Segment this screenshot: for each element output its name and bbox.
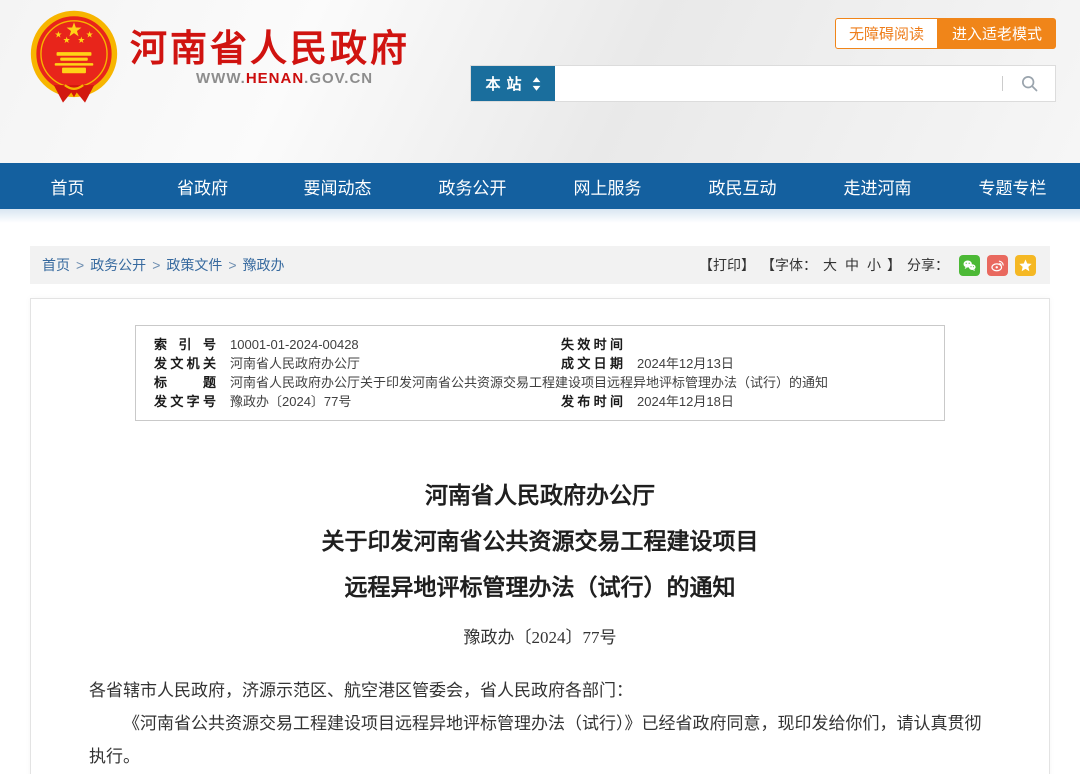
breadcrumb-separator: > — [152, 257, 160, 273]
meta-title-value: 河南省人民政府办公厅关于印发河南省公共资源交易工程建设项目远程异地评标管理办法（… — [230, 373, 828, 392]
meta-agency-value: 河南省人民政府办公厅 — [230, 354, 360, 373]
nav-item-provincial-gov[interactable]: 省政府 — [135, 163, 270, 209]
nav-item-special-topics[interactable]: 专题专栏 — [945, 163, 1080, 209]
header-mode-buttons: 无障碍阅读 进入适老模式 — [835, 18, 1056, 49]
share-wechat-button[interactable] — [959, 255, 980, 276]
breadcrumb-separator: > — [76, 257, 84, 273]
accessibility-button[interactable]: 无障碍阅读 — [835, 18, 938, 49]
document-title-line2: 关于印发河南省公共资源交易工程建设项目 — [31, 519, 1049, 565]
search-scope-select[interactable]: 本站 — [471, 66, 555, 101]
meta-docno-value: 豫政办〔2024〕77号 — [230, 392, 351, 411]
share-weibo-button[interactable] — [987, 255, 1008, 276]
breadcrumb-home[interactable]: 首页 — [42, 255, 70, 275]
meta-written-date-value: 2024年12月13日 — [637, 354, 734, 373]
nav-item-about-henan[interactable]: 走进河南 — [810, 163, 945, 209]
site-url-suffix: .GOV.CN — [304, 70, 373, 87]
font-size-medium[interactable]: 中 — [845, 255, 859, 275]
wechat-icon — [962, 258, 977, 273]
site-header: 河南省人民政府 WWW.HENAN.GOV.CN 无障碍阅读 进入适老模式 本站 — [0, 0, 1080, 163]
main-nav: 首页 省政府 要闻动态 政务公开 网上服务 政民互动 走进河南 专题专栏 — [0, 163, 1080, 209]
breadcrumb-bar: 首页 > 政务公开 > 政策文件 > 豫政办 【打印】 【字体： 大 中 小 】… — [30, 246, 1050, 284]
page: 河南省人民政府 WWW.HENAN.GOV.CN 无障碍阅读 进入适老模式 本站 — [0, 0, 1080, 774]
search-input[interactable] — [555, 66, 1002, 101]
search-button[interactable] — [1003, 66, 1055, 101]
meta-index-label: 索引号 — [154, 335, 216, 354]
site-url-highlight: HENAN — [246, 70, 304, 87]
meta-publish-date-label: 发布时间 — [561, 392, 623, 411]
share-buttons — [959, 255, 1036, 276]
meta-index-value: 10001-01-2024-00428 — [230, 335, 359, 354]
font-size-suffix: 】 — [887, 255, 901, 275]
meta-title-label: 标题 — [154, 373, 216, 392]
document-title-line3: 远程异地评标管理办法（试行）的通知 — [31, 565, 1049, 611]
print-button[interactable]: 【打印】 — [699, 255, 755, 275]
search-bar: 本站 — [470, 65, 1056, 102]
font-size-small[interactable]: 小 — [867, 255, 881, 275]
document-panel: 索引号 10001-01-2024-00428 失效时间 发文机关 河南省人民政… — [30, 298, 1050, 774]
meta-publish-date-value: 2024年12月18日 — [637, 392, 734, 411]
site-url-prefix: WWW. — [196, 70, 246, 87]
document-body: 各省辖市人民政府，济源示范区、航空港区管委会，省人民政府各部门： 《河南省公共资… — [31, 674, 1049, 774]
nav-item-online-services[interactable]: 网上服务 — [540, 163, 675, 209]
site-title: 河南省人民政府 — [130, 18, 410, 72]
breadcrumb-gov-affairs[interactable]: 政务公开 — [90, 255, 146, 275]
meta-row: 发文机关 河南省人民政府办公厅 成文日期 2024年12月13日 — [136, 354, 944, 373]
document-meta-table: 索引号 10001-01-2024-00428 失效时间 发文机关 河南省人民政… — [135, 325, 945, 421]
font-size-controls: 大 中 小 — [823, 255, 881, 275]
qzone-star-icon — [1018, 258, 1033, 273]
meta-expiry-label: 失效时间 — [561, 335, 623, 354]
site-url: WWW.HENAN.GOV.CN — [196, 70, 373, 87]
meta-row: 索引号 10001-01-2024-00428 失效时间 — [136, 335, 944, 354]
updown-arrows-icon — [532, 77, 541, 91]
document-title: 河南省人民政府办公厅 关于印发河南省公共资源交易工程建设项目 远程异地评标管理办… — [31, 473, 1049, 611]
breadcrumb: 首页 > 政务公开 > 政策文件 > 豫政办 — [42, 255, 285, 275]
meta-agency-label: 发文机关 — [154, 354, 216, 373]
document-paragraph: 《河南省公共资源交易工程建设项目远程异地评标管理办法（试行）》已经省政府同意，现… — [89, 707, 991, 773]
document-number: 豫政办〔2024〕77号 — [31, 623, 1049, 648]
search-scope-label: 本站 — [485, 73, 527, 94]
font-size-prefix: 【字体： — [761, 255, 817, 275]
weibo-icon — [990, 258, 1005, 273]
breadcrumb-yuzhengban[interactable]: 豫政办 — [243, 255, 285, 275]
nav-item-interaction[interactable]: 政民互动 — [675, 163, 810, 209]
document-salutation: 各省辖市人民政府，济源示范区、航空港区管委会，省人民政府各部门： — [89, 674, 991, 707]
page-tools: 【打印】 【字体： 大 中 小 】 分享： — [699, 255, 1036, 276]
meta-docno-label: 发文字号 — [154, 392, 216, 411]
national-emblem-logo — [28, 8, 120, 109]
nav-item-news[interactable]: 要闻动态 — [270, 163, 405, 209]
search-icon — [1020, 74, 1039, 93]
font-size-large[interactable]: 大 — [823, 255, 837, 275]
share-qzone-button[interactable] — [1015, 255, 1036, 276]
document-title-line1: 河南省人民政府办公厅 — [31, 473, 1049, 519]
breadcrumb-separator: > — [228, 257, 236, 273]
nav-shadow — [0, 209, 1080, 223]
share-label: 分享： — [907, 255, 949, 275]
meta-written-date-label: 成文日期 — [561, 354, 623, 373]
nav-item-home[interactable]: 首页 — [0, 163, 135, 209]
breadcrumb-policy-docs[interactable]: 政策文件 — [166, 255, 222, 275]
meta-row: 发文字号 豫政办〔2024〕77号 发布时间 2024年12月18日 — [136, 392, 944, 411]
nav-item-gov-affairs[interactable]: 政务公开 — [405, 163, 540, 209]
meta-row: 标题 河南省人民政府办公厅关于印发河南省公共资源交易工程建设项目远程异地评标管理… — [136, 373, 944, 392]
elder-mode-button[interactable]: 进入适老模式 — [938, 18, 1056, 49]
